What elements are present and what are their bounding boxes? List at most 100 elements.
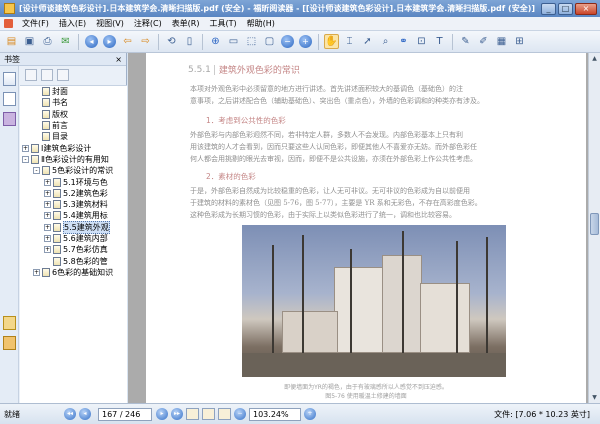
snapshot-icon[interactable]: ⊡ [414,34,429,49]
scroll-thumb[interactable] [590,213,599,235]
document-view[interactable]: 5.5.1 建筑外观色彩的常识 本项对外观色彩中必须留意的地方进行讲述。首先讲述… [128,53,600,403]
document-menu-icon[interactable] [4,19,13,28]
collapse-icon[interactable]: - [22,155,29,163]
bookmarks-tab-icon[interactable] [3,72,16,86]
fit-width-icon[interactable]: ⬚ [244,34,259,49]
bookmark-item[interactable]: 前言 [20,120,127,131]
bookmark-item[interactable]: 目录 [20,131,127,142]
figure-label: 图5-76 使用暖温土修建的墙面 [325,393,407,400]
bookmark-label: 5.3建筑材料 [63,200,108,210]
close-panel-button[interactable]: × [115,55,122,64]
expand-icon[interactable]: + [44,223,51,231]
expand-icon[interactable]: + [22,144,29,152]
bookmark-item[interactable]: + Ⅰ建筑色彩设计 [20,142,127,153]
menu-insert[interactable]: 插入(E) [54,18,91,29]
expand-icon[interactable]: + [33,268,40,276]
pages-tab-icon[interactable] [3,92,16,106]
zoom-in-icon[interactable]: ⊕ [208,34,223,49]
bookmark-item[interactable]: +6色彩的基础知识 [20,267,127,278]
find-icon[interactable]: ⌕ [378,34,393,49]
email-icon[interactable]: ✉ [58,34,73,49]
forward-icon[interactable]: ⇨ [138,34,153,49]
menu-tools[interactable]: 工具(T) [205,18,242,29]
bookmark-item[interactable]: +5.6建筑内部 [20,233,127,244]
last-page-button[interactable]: ▸▸ [171,408,183,420]
close-button[interactable]: × [575,2,597,15]
bookmark-item[interactable]: +5.5建筑外观 [20,220,127,234]
select-icon[interactable]: ⌶ [342,34,357,49]
zoom-in-button[interactable]: + [304,408,316,420]
expand-icon[interactable]: + [44,178,51,186]
expand-icon[interactable]: + [44,201,51,209]
vertical-scrollbar[interactable]: ▲ ▼ [588,53,600,403]
expand-icon[interactable]: + [44,246,51,254]
scroll-up-icon[interactable]: ▲ [589,53,600,64]
bookmark-item[interactable]: 版权 [20,109,127,120]
bookmark-label: Ⅱ色彩设计的有用知 [41,154,109,164]
binoculars-icon[interactable]: ⚭ [396,34,411,49]
bookmark-item[interactable]: +5.3建筑材料 [20,199,127,210]
prev-page-button[interactable]: ◂ [79,408,91,420]
rotate-icon[interactable]: ⟲ [164,34,179,49]
typewriter-icon[interactable]: T [432,34,447,49]
expand-icon[interactable]: + [44,212,51,220]
attachments-tab-icon[interactable] [3,336,16,350]
bookmark-item[interactable]: - 5色彩设计的常识 [20,165,127,176]
delete-bookmark-icon[interactable] [41,69,53,81]
zoom-out-icon[interactable]: − [280,34,295,49]
fit-page-icon[interactable]: ▭ [226,34,241,49]
attach-icon[interactable]: ⊞ [512,34,527,49]
next-page-button[interactable]: ▸ [156,408,168,420]
scroll-down-icon[interactable]: ▼ [589,392,600,403]
bookmark-item[interactable]: 书名 [20,97,127,108]
menu-comment[interactable]: 注释(C) [129,18,167,29]
first-page-icon[interactable]: ◂ [84,34,99,49]
bookmark-label: 前言 [52,121,68,131]
collapse-icon[interactable]: - [33,167,40,175]
bookmark-item[interactable]: +5.2建筑色彩 [20,188,127,199]
single-page-icon[interactable] [218,408,231,420]
menu-view[interactable]: 视图(V) [91,18,129,29]
highlight-icon[interactable]: ✐ [476,34,491,49]
bookmark-icon [53,234,61,243]
first-page-button[interactable]: ◂◂ [64,408,76,420]
text-line: 于建筑的材料的素材色（见图 5-76，图 5-77），主要是 YR 系和无彩色，… [190,199,482,207]
print-icon[interactable]: ⎙ [40,34,55,49]
maximize-button[interactable]: □ [558,2,573,15]
bookmark-icon [53,245,61,255]
actual-size-icon[interactable]: ▢ [262,34,277,49]
zoom-plus-icon[interactable]: + [298,34,313,49]
new-bookmark-icon[interactable] [57,69,69,81]
stamp-icon[interactable]: ▦ [494,34,509,49]
expand-bookmark-icon[interactable] [25,69,37,81]
bookmark-item[interactable]: 5.8色彩的管 [20,255,127,266]
forward-view-icon[interactable] [202,408,215,420]
bookmark-item[interactable]: 封面 [20,86,127,97]
menu-form[interactable]: 表单(R) [167,18,205,29]
bookmark-icon [42,267,50,277]
bookmark-item[interactable]: - Ⅱ色彩设计的有用知 [20,154,127,165]
minimize-button[interactable]: _ [541,2,556,15]
pointer-icon[interactable]: ➚ [360,34,375,49]
page-number-field[interactable]: 167 / 246 [98,407,152,421]
back-view-icon[interactable] [186,408,199,420]
save-icon[interactable]: ▣ [22,34,37,49]
bookmark-tree: 封面 书名 版权 前言 目录 + Ⅰ建筑色彩设计 - Ⅱ色彩设计的有用知 -5色彩设计的常识 +5.… [20,85,127,403]
back-icon[interactable]: ⇦ [120,34,135,49]
bookmark-label: 目录 [52,132,68,142]
bookmark-item[interactable]: +5.7色彩仿真 [20,244,127,255]
open-icon[interactable]: ▤ [4,34,19,49]
page-icon[interactable]: ▯ [182,34,197,49]
layers-tab-icon[interactable] [3,112,16,126]
menu-file[interactable]: 文件(F) [17,18,54,29]
last-page-icon[interactable]: ▸ [102,34,117,49]
expand-icon[interactable]: + [44,189,51,197]
bookmark-item[interactable]: +5.1环境与色 [20,176,127,187]
expand-icon[interactable]: + [44,235,51,242]
note-icon[interactable]: ✎ [458,34,473,49]
zoom-out-button[interactable]: − [234,408,246,420]
zoom-field[interactable]: 103.24% [249,407,301,421]
menu-help[interactable]: 帮助(H) [242,18,280,29]
hand-icon[interactable]: ✋ [324,34,339,49]
comments-tab-icon[interactable] [3,316,16,330]
